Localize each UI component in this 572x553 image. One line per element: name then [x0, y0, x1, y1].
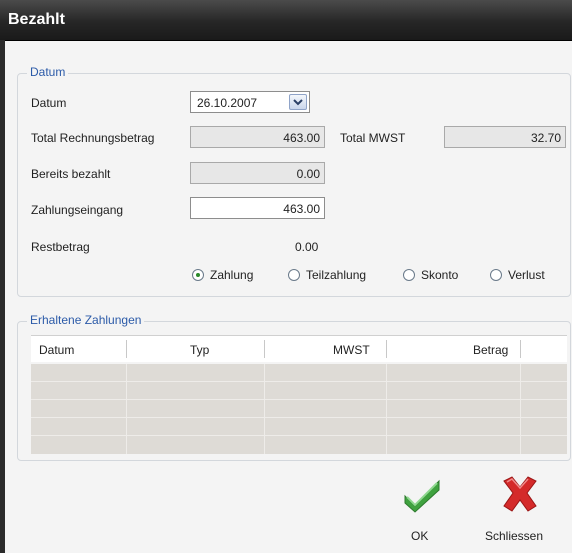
close-button[interactable]: Schliessen	[480, 475, 562, 545]
column-separator[interactable]	[520, 340, 521, 358]
column-separator[interactable]	[386, 340, 387, 358]
empty-column-line	[126, 364, 127, 454]
bereits-bezahlt-label: Bereits bezahlt	[31, 167, 111, 181]
total-mwst-label: Total MWST	[340, 131, 406, 145]
datum-label: Datum	[31, 96, 67, 110]
datum-group-legend: Datum	[27, 65, 69, 79]
checkmark-icon	[404, 479, 440, 513]
datum-value: 26.10.2007	[197, 96, 258, 110]
payments-table-body[interactable]	[31, 364, 567, 454]
payments-table-header: Datum Typ MWST Betrag	[31, 336, 567, 362]
radio-skonto-circle[interactable]	[403, 269, 415, 281]
ok-button[interactable]: OK	[395, 475, 451, 545]
red-x-icon	[503, 476, 537, 512]
total-rechnungsbetrag-label: Total Rechnungsbetrag	[31, 131, 155, 145]
radio-verlust-circle[interactable]	[490, 269, 502, 281]
restbetrag-label: Restbetrag	[31, 240, 90, 254]
column-separator[interactable]	[126, 340, 127, 358]
zahlungseingang-label: Zahlungseingang	[31, 203, 124, 217]
chevron-down-icon	[293, 99, 303, 106]
title-bar: Bezahlt	[0, 0, 572, 41]
payment-dialog: Bezahlt Datum Datum 26.10.2007 Total Rec…	[0, 0, 572, 553]
close-button-label: Schliessen	[485, 529, 544, 543]
radio-skonto-label: Skonto	[421, 268, 459, 282]
radio-zahlung-circle[interactable]	[192, 269, 204, 281]
total-rechnungsbetrag-field: 463.00	[190, 126, 325, 148]
radio-teilzahlung-circle[interactable]	[288, 269, 300, 281]
radio-zahlung-label: Zahlung	[210, 268, 254, 282]
column-header-datum[interactable]: Datum	[39, 343, 74, 357]
column-header-betrag[interactable]: Betrag	[473, 343, 508, 357]
empty-row-line	[31, 381, 567, 382]
datum-date-picker[interactable]: 26.10.2007	[190, 91, 310, 113]
total-mwst-field: 32.70	[444, 126, 566, 148]
empty-row-line	[31, 417, 567, 418]
window-title: Bezahlt	[8, 11, 65, 28]
column-header-typ[interactable]: Typ	[190, 343, 209, 357]
empty-column-line	[520, 364, 521, 454]
restbetrag-value: 0.00	[295, 240, 319, 254]
date-dropdown-button[interactable]	[289, 94, 307, 110]
radio-teilzahlung-label: Teilzahlung	[306, 268, 367, 282]
column-separator[interactable]	[264, 340, 265, 358]
radio-verlust-label: Verlust	[508, 268, 545, 282]
window-left-edge	[0, 40, 5, 553]
empty-row-line	[31, 399, 567, 400]
bereits-bezahlt-field: 0.00	[190, 162, 325, 184]
column-header-mwst[interactable]: MWST	[333, 343, 370, 357]
empty-column-line	[386, 364, 387, 454]
payments-table[interactable]: Datum Typ MWST Betrag	[31, 335, 567, 454]
ok-button-label: OK	[411, 529, 429, 543]
payments-group-legend: Erhaltene Zahlungen	[27, 313, 145, 327]
zahlungseingang-input[interactable]: 463.00	[190, 197, 325, 219]
empty-row-line	[31, 435, 567, 436]
empty-column-line	[264, 364, 265, 454]
